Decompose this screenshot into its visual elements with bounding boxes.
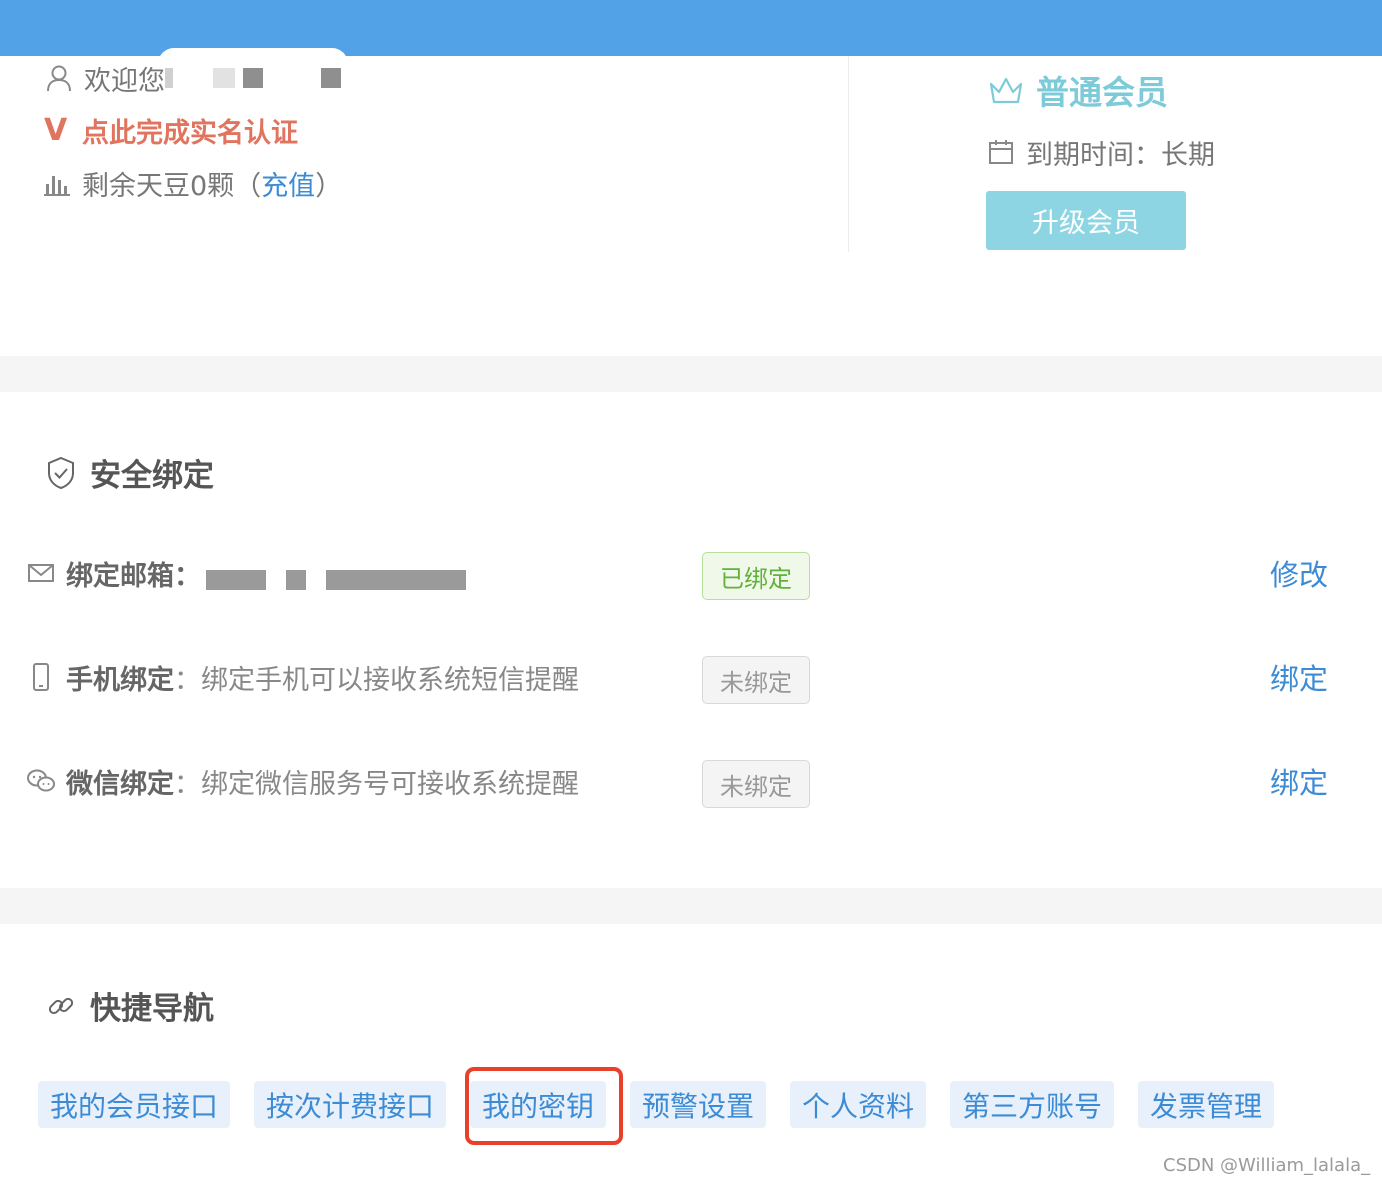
redacted-username xyxy=(213,68,235,88)
security-title: 安全绑定 xyxy=(90,458,214,494)
phone-binding-row: 手机绑定 ： 绑定手机可以接收系统短信提醒 xyxy=(26,652,579,702)
nav-pay-per-call-api[interactable]: 按次计费接口 xyxy=(254,1081,446,1128)
wechat-label: 微信绑定 xyxy=(66,768,174,800)
wechat-status-badge: 未绑定 xyxy=(702,760,810,808)
section-separator xyxy=(0,888,1382,924)
highlight-annotation xyxy=(465,1067,623,1145)
email-modify-link[interactable]: 修改 xyxy=(1270,552,1328,594)
section-separator xyxy=(0,356,1382,392)
redacted-username xyxy=(243,68,263,88)
user-icon xyxy=(44,63,74,93)
redacted-username xyxy=(165,68,173,88)
tier-label: 普通会员 xyxy=(1036,73,1168,112)
link-icon xyxy=(44,989,78,1023)
verify-link[interactable]: 点此完成实名认证 xyxy=(82,111,298,150)
welcome-row: 欢迎您 xyxy=(44,60,341,97)
wechat-colon: ： xyxy=(174,768,201,800)
beans-close: ） xyxy=(315,170,343,202)
expiry-value: 长期 xyxy=(1161,139,1215,171)
mobile-phone-icon xyxy=(26,662,56,692)
beans-row: 剩余天豆0颗（ 充值 ） xyxy=(42,164,342,202)
bar-chart-icon xyxy=(42,168,72,198)
security-section-header: 安全绑定 xyxy=(44,450,214,495)
expiry-label: 到期时间： xyxy=(1026,139,1161,171)
upgrade-membership-button[interactable]: 升级会员 xyxy=(986,191,1186,250)
wechat-description: 绑定微信服务号可接收系统提醒 xyxy=(201,768,579,800)
nav-invoice-management[interactable]: 发票管理 xyxy=(1138,1081,1274,1128)
redacted-email xyxy=(326,570,466,590)
profile-divider xyxy=(848,56,849,252)
quick-nav-title: 快捷导航 xyxy=(90,991,214,1027)
email-label: 绑定邮箱： xyxy=(66,560,201,592)
nav-third-party-accounts[interactable]: 第三方账号 xyxy=(950,1081,1114,1128)
wechat-bind-link[interactable]: 绑定 xyxy=(1270,760,1328,802)
redacted-email xyxy=(286,570,306,590)
quick-nav-section-header: 快捷导航 xyxy=(44,983,214,1028)
nav-my-membership-api[interactable]: 我的会员接口 xyxy=(38,1081,230,1128)
phone-label: 手机绑定 xyxy=(66,664,174,696)
phone-status-badge: 未绑定 xyxy=(702,656,810,704)
phone-description: 绑定手机可以接收系统短信提醒 xyxy=(201,664,579,696)
membership-tier: 普通会员 xyxy=(986,68,1168,112)
redacted-email xyxy=(206,570,266,590)
nav-profile[interactable]: 个人资料 xyxy=(790,1081,926,1128)
phone-colon: ： xyxy=(174,664,201,696)
nav-alert-settings[interactable]: 预警设置 xyxy=(630,1081,766,1128)
redacted-username xyxy=(321,68,341,88)
calendar-icon xyxy=(986,137,1016,167)
mail-icon xyxy=(26,558,56,588)
phone-bind-link[interactable]: 绑定 xyxy=(1270,656,1328,698)
email-binding-row: 绑定邮箱： xyxy=(26,548,201,598)
expiry-row: 到期时间： 长期 xyxy=(986,134,1215,171)
wechat-icon xyxy=(26,766,56,796)
shield-check-icon xyxy=(44,456,78,490)
recharge-link[interactable]: 充值 xyxy=(261,164,315,203)
verify-row[interactable]: V 点此完成实名认证 xyxy=(44,111,298,150)
welcome-text: 欢迎您 xyxy=(84,65,165,97)
verified-v-icon: V xyxy=(44,112,68,148)
watermark: CSDN @William_lalala_ xyxy=(1163,1155,1371,1176)
wechat-binding-row: 微信绑定 ： 绑定微信服务号可接收系统提醒 xyxy=(26,756,579,806)
beans-text: 剩余天豆0颗（ xyxy=(82,170,262,202)
crown-icon xyxy=(986,70,1026,110)
email-status-badge: 已绑定 xyxy=(702,552,810,600)
